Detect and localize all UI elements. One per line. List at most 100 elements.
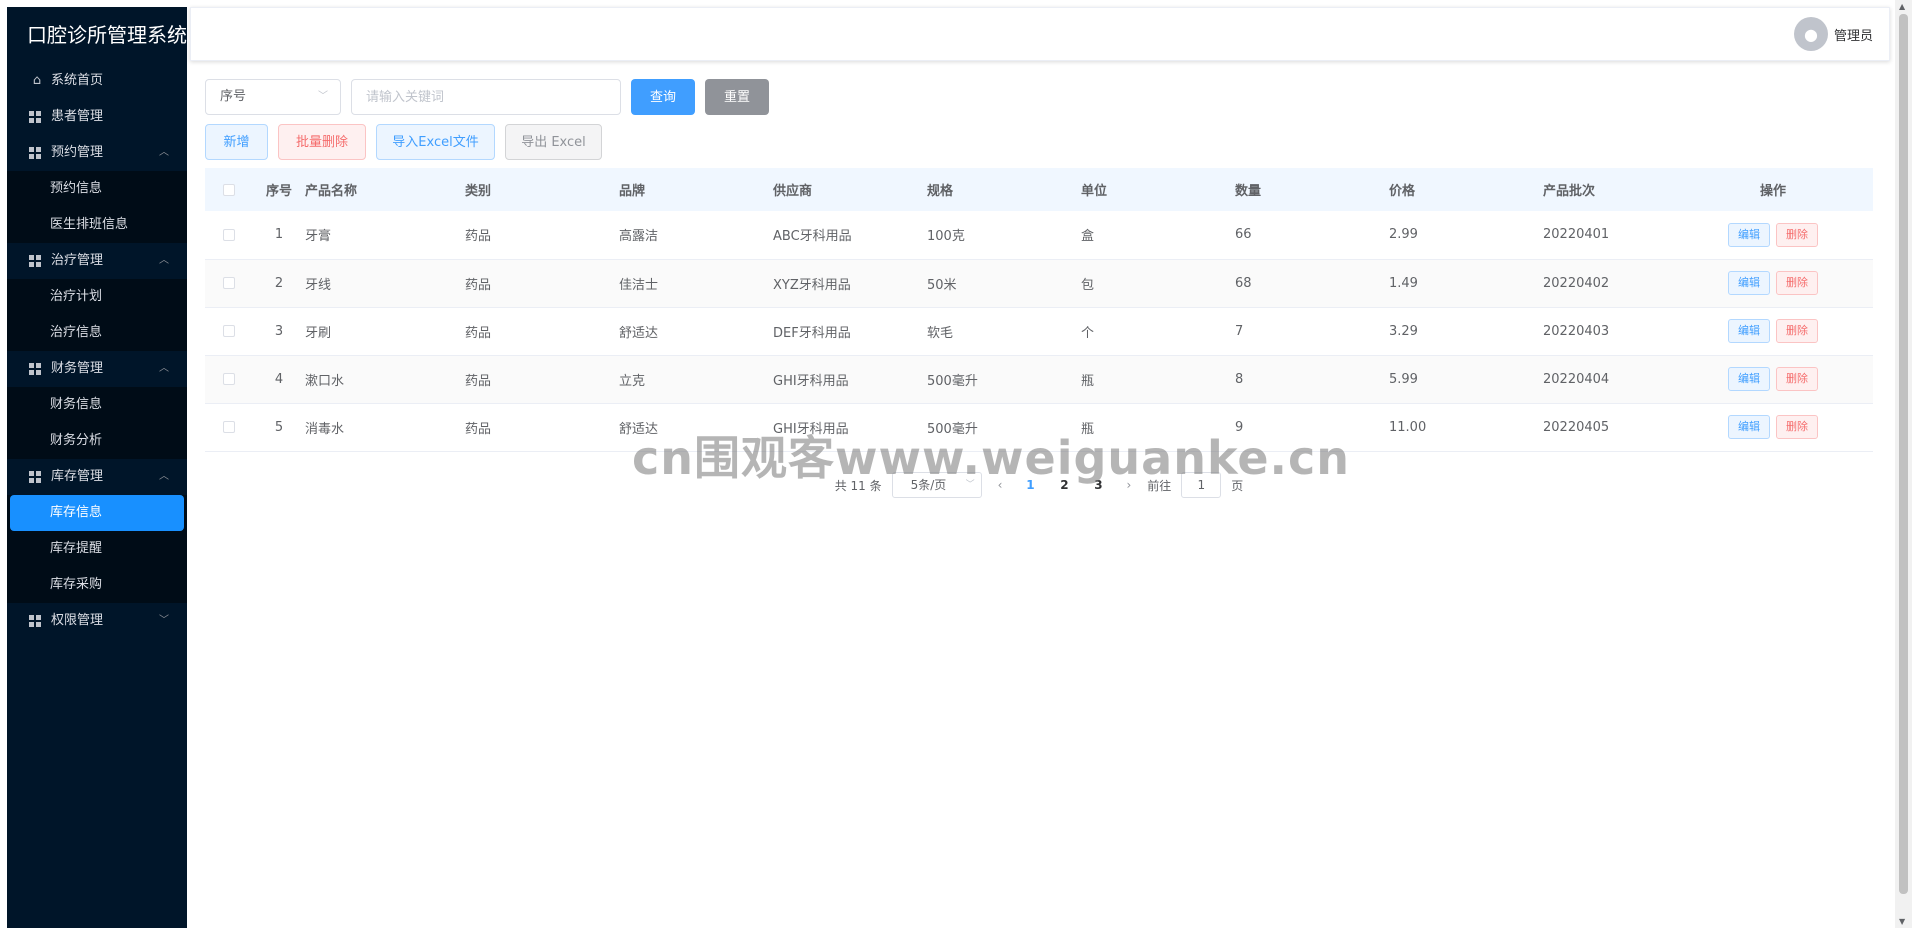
sidebar-item-patients[interactable]: 患者管理 [7,99,187,135]
column-header: 价格 [1389,184,1416,199]
table-cell: 11.00 [1389,419,1427,435]
table-cell: 8 [1235,371,1244,387]
table-cell: 2.99 [1389,227,1418,243]
table-cell: 盒 [1081,229,1095,245]
edit-button[interactable]: 编辑 [1728,367,1770,391]
chevron-up-icon: ︿ [159,255,169,266]
table-cell: 佳洁士 [619,277,659,293]
delete-button[interactable]: 删除 [1776,319,1818,343]
sidebar-item-home[interactable]: ⌂ 系统首页 [7,63,187,99]
column-header: 品牌 [619,184,646,199]
row-checkbox[interactable] [205,355,253,403]
table-cell: 药品 [465,277,492,293]
sidebar-item-label: 权限管理 [51,613,104,628]
sidebar-item-finance-info[interactable]: 财务信息 [7,387,187,423]
table-cell: 药品 [465,373,492,389]
table-cell: 500毫升 [927,373,978,389]
grid-icon [29,471,41,483]
import-excel-button[interactable]: 导入Excel文件 [376,124,495,160]
search-input[interactable] [351,79,621,115]
top-header: ● 管理员 [190,7,1890,61]
table-cell: 100克 [927,229,965,245]
sidebar-item-inventory-info[interactable]: 库存信息 [10,495,184,531]
table-header-row: 序号 产品名称 类别 品牌 供应商 规格 单位 数量 价格 产品批次 操作 [205,168,1873,211]
column-header: 供应商 [773,184,813,199]
export-excel-button[interactable]: 导出 Excel [505,124,602,160]
table-cell: 2 [274,275,284,291]
table-cell: GHI牙科用品 [773,373,849,389]
sidebar-item-doctor-schedule[interactable]: 医生排班信息 [7,207,187,243]
table-cell: DEF牙科用品 [773,325,851,341]
table-cell: 药品 [465,229,492,245]
column-header: 规格 [927,184,954,199]
user-icon: ● [1793,17,1828,51]
table-cell: 68 [1235,275,1252,291]
select-all-checkbox[interactable] [205,168,253,211]
table-cell: 药品 [465,325,492,341]
sidebar-item-finance[interactable]: 财务管理 ︿ [7,351,187,387]
table-cell: 7 [1235,323,1244,339]
table-cell: 5.99 [1389,371,1418,387]
table-row: 4 漱口水 药品 立克 GHI牙科用品 500毫升 瓶 8 5.99 20220404 编辑 删除 [205,355,1873,403]
sidebar: 口腔诊所管理系统 ⌂ 系统首页 患者管理 预约管理 ︿ 预约信息 医生排班信息 … [7,7,187,928]
scrollbar-thumb[interactable] [1899,14,1908,894]
table-cell: 3 [274,323,284,339]
table-cell: 牙线 [305,277,332,293]
sidebar-item-treatment-info[interactable]: 治疗信息 [7,315,187,351]
chevron-down-icon: ﹀ [159,615,169,626]
query-button[interactable]: 查询 [631,79,695,115]
sidebar-item-finance-analysis[interactable]: 财务分析 [7,423,187,459]
vertical-scrollbar[interactable]: ▲ ▼ [1895,0,1912,928]
column-header: 单位 [1081,184,1108,199]
sidebar-item-appointments[interactable]: 预约管理 ︿ [7,135,187,171]
sidebar-item-label: 系统首页 [51,73,104,88]
sidebar-item-inventory-alert[interactable]: 库存提醒 [7,531,187,567]
sidebar-item-inventory[interactable]: 库存管理 ︿ [7,459,187,495]
table-cell: 20220403 [1543,323,1610,339]
delete-button[interactable]: 删除 [1776,415,1818,439]
add-button[interactable]: 新增 [205,124,268,160]
row-checkbox[interactable] [205,211,253,259]
column-header: 产品名称 [305,184,358,199]
user-menu[interactable]: ● 管理员 [1793,17,1873,51]
row-checkbox[interactable] [205,403,253,451]
watermark: cn围观客www.weiguanke.cn [632,431,1351,485]
row-checkbox[interactable] [205,259,253,307]
app-title: 口腔诊所管理系统 [27,23,187,47]
edit-button[interactable]: 编辑 [1728,222,1770,247]
delete-button[interactable]: 删除 [1776,367,1818,391]
sidebar-item-appointment-info[interactable]: 预约信息 [7,171,187,207]
table-cell: 1.49 [1389,275,1418,291]
edit-button[interactable]: 编辑 [1728,415,1770,439]
sidebar-item-permissions[interactable]: 权限管理 ﹀ [7,603,187,639]
delete-button[interactable]: 删除 [1776,271,1818,295]
table-cell: 20220404 [1543,371,1610,387]
scroll-down-icon[interactable]: ▼ [1899,917,1905,926]
sidebar-item-treatment[interactable]: 治疗管理 ︿ [7,243,187,279]
submenu-finance: 财务信息 财务分析 [7,387,187,459]
search-bar: 序号 ﹀ 查询 重置 [205,78,1873,116]
table-cell: 20220402 [1543,275,1610,291]
sidebar-item-treatment-plan[interactable]: 治疗计划 [7,279,187,315]
table-row: 3 牙刷 药品 舒适达 DEF牙科用品 软毛 个 7 3.29 20220403 编辑 删除 [205,307,1873,355]
edit-button[interactable]: 编辑 [1728,319,1770,343]
row-checkbox[interactable] [205,307,253,355]
search-field-select[interactable]: 序号 ﹀ [205,79,341,115]
batch-delete-button[interactable]: 批量删除 [278,124,366,160]
submenu-treatment: 治疗计划 治疗信息 [7,279,187,351]
column-header: 类别 [465,184,492,199]
scroll-up-icon[interactable]: ▲ [1899,2,1905,11]
sidebar-item-inventory-purchase[interactable]: 库存采购 [7,567,187,603]
table-row: 1 牙膏 药品 高露洁 ABC牙科用品 100克 盒 66 2.99 20220401 编辑 删除 [205,211,1873,259]
table-cell: 消毒水 [305,421,345,437]
table-cell: 1 [274,227,284,243]
main-content: 序号 ﹀ 查询 重置 新增 批量删除 导入Excel文件 导出 Excel 序号… [205,78,1873,498]
delete-button[interactable]: 删除 [1776,222,1818,247]
action-bar: 新增 批量删除 导入Excel文件 导出 Excel [205,124,1873,160]
sidebar-item-label: 库存管理 [51,469,104,484]
table-cell: 3.29 [1389,323,1418,339]
edit-button[interactable]: 编辑 [1728,271,1770,295]
grid-icon [29,255,41,267]
reset-button[interactable]: 重置 [705,79,769,115]
table-cell: 立克 [619,373,646,389]
